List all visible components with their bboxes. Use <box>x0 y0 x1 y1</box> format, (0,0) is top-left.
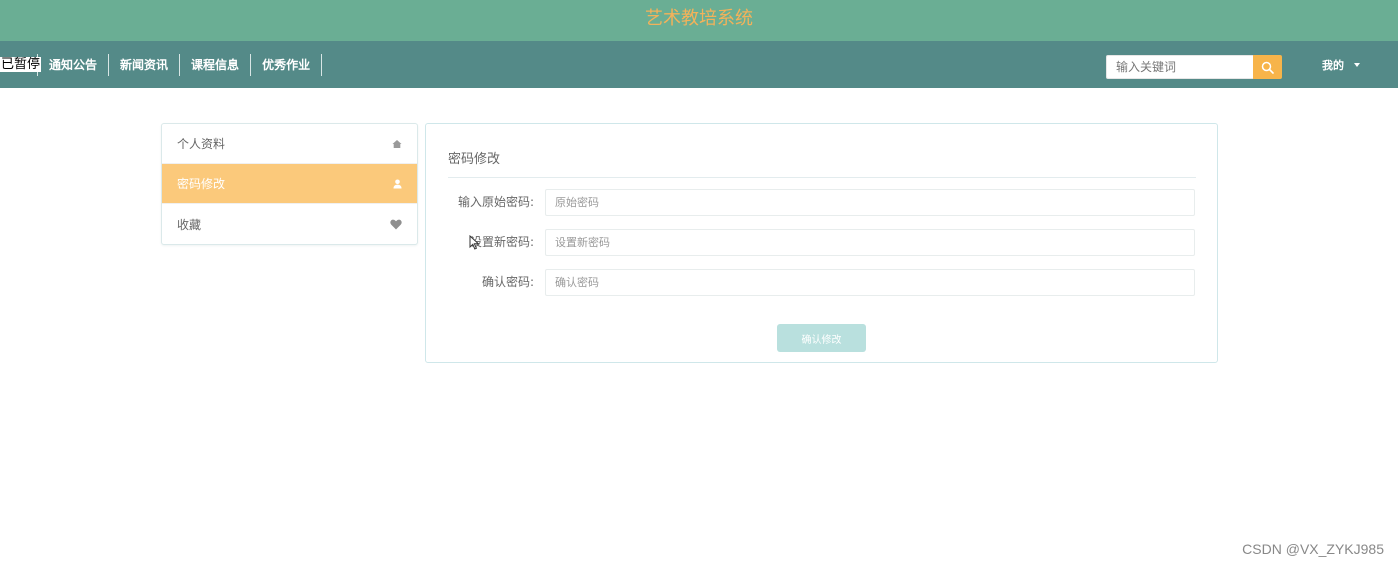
title-bar: 艺术教培系统 <box>0 0 1398 41</box>
side-menu: 个人资料 密码修改 收藏 <box>161 123 418 245</box>
nav-item-home[interactable]: 首页 已暂停 <box>0 53 42 76</box>
form-row-confirm-password: 确认密码: <box>426 269 1219 296</box>
form-row-new-password: 设置新密码: <box>426 229 1219 256</box>
side-item-favorites[interactable]: 收藏 <box>162 204 417 244</box>
divider <box>448 177 1196 178</box>
password-panel: 密码修改 输入原始密码: 设置新密码: 确认密码: 确认修改 <box>425 123 1218 363</box>
nav-item-courses[interactable]: 课程信息 <box>180 53 252 76</box>
main-nav: 首页 已暂停 通知公告 新闻资讯 课程信息 优秀作业 <box>0 41 323 88</box>
watermark: CSDN @VX_ZYKJ985 <box>1242 541 1384 557</box>
panel-title: 密码修改 <box>448 152 501 167</box>
confirm-password-field[interactable] <box>545 269 1195 296</box>
side-item-label: 密码修改 <box>177 177 226 191</box>
old-password-field[interactable] <box>545 189 1195 216</box>
confirm-password-label: 确认密码: <box>481 275 534 289</box>
paused-overlay: 已暂停 <box>0 56 42 72</box>
user-menu-label: 我的 <box>1322 59 1344 72</box>
form-row-old-password: 输入原始密码: <box>426 189 1219 216</box>
search-box <box>1106 55 1282 79</box>
nav-item-label: 通知公告 <box>49 57 98 72</box>
search-icon <box>1261 61 1274 74</box>
side-item-profile[interactable]: 个人资料 <box>162 124 417 164</box>
user-menu[interactable]: 我的 <box>1322 57 1360 73</box>
nav-item-news[interactable]: 新闻资讯 <box>109 53 181 76</box>
mouse-cursor-icon <box>469 235 480 250</box>
app-title: 艺术教培系统 <box>645 8 753 29</box>
nav-item-notices[interactable]: 通知公告 <box>38 53 110 76</box>
caret-down-icon <box>1354 63 1360 67</box>
nav-item-homework[interactable]: 优秀作业 <box>251 53 323 76</box>
search-button[interactable] <box>1253 55 1282 79</box>
side-item-password[interactable]: 密码修改 <box>162 164 417 204</box>
side-item-label: 个人资料 <box>177 137 226 151</box>
user-icon <box>393 179 402 188</box>
nav-item-label: 优秀作业 <box>262 57 311 72</box>
new-password-field[interactable] <box>545 229 1195 256</box>
nav-item-label: 新闻资讯 <box>120 57 169 72</box>
nav-item-label: 课程信息 <box>191 57 240 72</box>
side-item-label: 收藏 <box>177 217 202 232</box>
old-password-label: 输入原始密码: <box>457 195 534 209</box>
confirm-change-button[interactable]: 确认修改 <box>777 324 866 352</box>
nav-bar: 首页 已暂停 通知公告 新闻资讯 课程信息 优秀作业 <box>0 41 1398 88</box>
search-input[interactable] <box>1106 55 1253 79</box>
heart-icon <box>390 219 402 229</box>
home-icon <box>392 139 402 148</box>
